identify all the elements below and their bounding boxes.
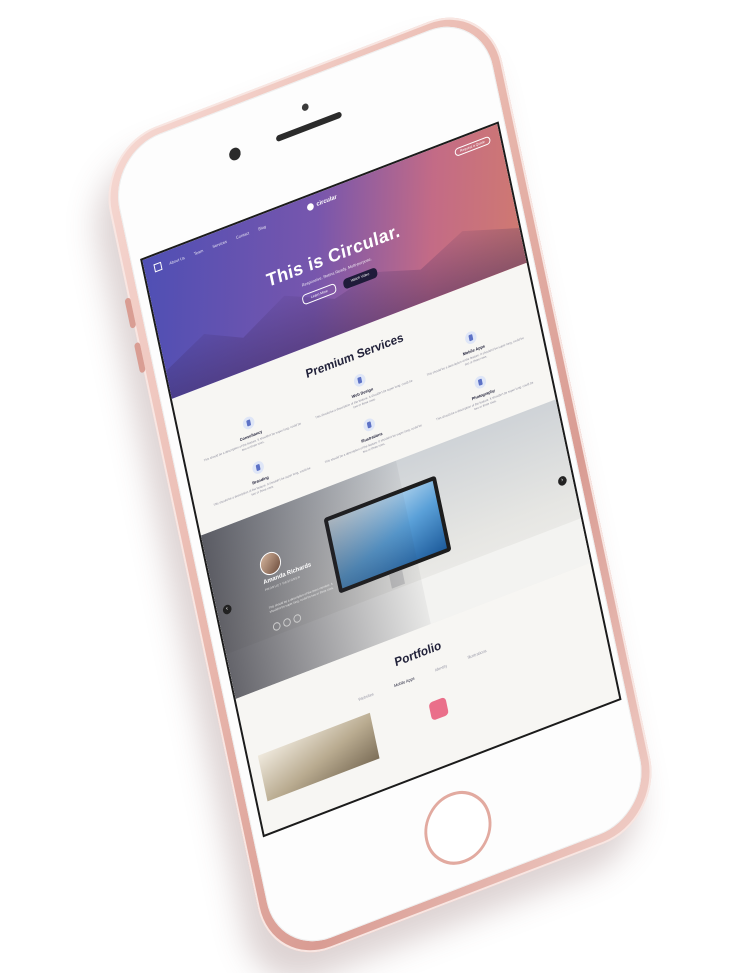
site-logo[interactable]: circular (306, 193, 338, 212)
mockup-stage: About Us Team Services Contact Blog circ… (0, 0, 751, 972)
earpiece-speaker (275, 111, 343, 143)
request-quote-button[interactable]: Request a Quote (453, 135, 492, 158)
nav-links: About Us Team Services Contact Blog (169, 223, 267, 265)
nav-link-contact[interactable]: Contact (235, 230, 249, 240)
home-button (417, 780, 498, 876)
front-camera (228, 145, 242, 163)
tab-identity[interactable]: Identity (435, 663, 448, 673)
home-icon[interactable] (153, 261, 163, 273)
logo-text: circular (315, 193, 338, 208)
tab-websites[interactable]: Websites (358, 691, 374, 702)
portfolio-thumbnail[interactable] (257, 712, 380, 802)
branding-icon (250, 459, 265, 476)
iphone-mockup: About Us Team Services Contact Blog circ… (96, 0, 664, 972)
portfolio-app-icon[interactable] (428, 696, 450, 722)
phone-front: About Us Team Services Contact Blog circ… (107, 10, 652, 958)
nav-link-blog[interactable]: Blog (258, 223, 267, 231)
mobile-apps-icon (464, 329, 479, 346)
volume-up-button (124, 297, 137, 329)
nav-link-services[interactable]: Services (212, 238, 227, 248)
logo-icon (306, 202, 315, 212)
slider-next-button[interactable]: › (557, 474, 568, 488)
illustrations-icon (362, 416, 377, 434)
tab-mobile-apps[interactable]: Mobile Apps (394, 676, 415, 689)
volume-down-button (133, 341, 146, 374)
nav-link-about[interactable]: About Us (169, 254, 185, 265)
web-design-icon (352, 372, 367, 389)
phone-screen: About Us Team Services Contact Blog circ… (140, 121, 622, 838)
tab-illustrations[interactable]: Illustrations (467, 648, 487, 660)
consultancy-icon (241, 414, 256, 432)
nav-link-team[interactable]: Team (193, 247, 203, 255)
proximity-sensor (301, 102, 310, 112)
photography-icon (473, 374, 488, 391)
